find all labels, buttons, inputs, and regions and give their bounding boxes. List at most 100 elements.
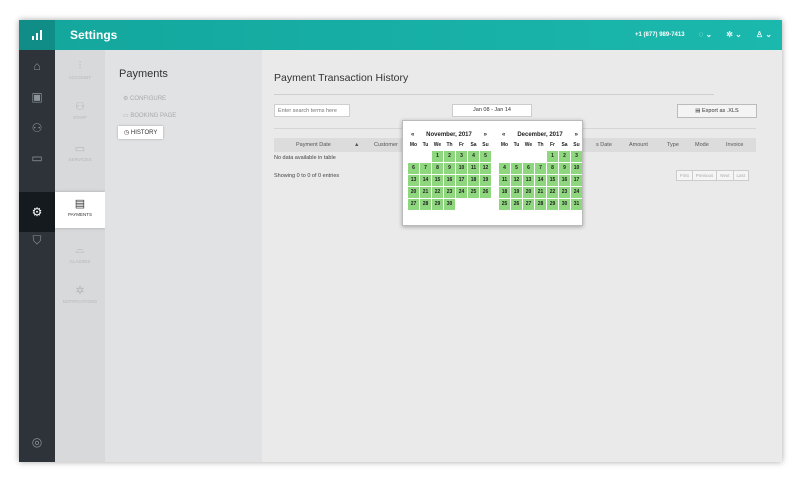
calendar-day[interactable]: 19 [480, 175, 491, 186]
calendar-day[interactable]: 2 [444, 151, 455, 162]
calendar-day[interactable]: 15 [547, 175, 558, 186]
next-month-button[interactable]: » [575, 132, 578, 138]
panel-item-history[interactable]: ◷ HISTORY [118, 126, 164, 139]
calendar-day[interactable]: 20 [523, 187, 534, 198]
calendar-day[interactable]: 21 [535, 187, 546, 198]
calendar-day[interactable]: 11 [499, 175, 510, 186]
calendar-day[interactable]: 1 [547, 151, 558, 162]
calendar-day[interactable]: 29 [547, 199, 558, 210]
calendar-day[interactable]: 2 [559, 151, 570, 162]
col-customer[interactable]: Customer [374, 142, 398, 148]
calendar-day[interactable]: 8 [547, 163, 558, 174]
home-icon[interactable]: ⌂ [19, 54, 55, 78]
col-s-date[interactable]: s Date [596, 142, 612, 148]
sub-nav-payments[interactable]: ▤ PAYMENTS [55, 192, 105, 228]
sort-asc-icon[interactable]: ▲ [354, 142, 359, 148]
calendar-day[interactable]: 22 [547, 187, 558, 198]
calendar-day[interactable]: 17 [456, 175, 467, 186]
page-first[interactable]: First [676, 170, 693, 181]
user-icon[interactable]: ♙ ⌄ [756, 30, 772, 39]
calendar-day[interactable]: 18 [468, 175, 479, 186]
calendar-day[interactable]: 4 [499, 163, 510, 174]
calendar-day[interactable]: 23 [559, 187, 570, 198]
calendar-day[interactable]: 25 [468, 187, 479, 198]
calendar-day[interactable]: 28 [420, 199, 431, 210]
laptop-icon[interactable]: ▭ [19, 146, 55, 170]
panel-item-configure[interactable]: ⚙ CONFIGURE [123, 95, 166, 102]
page-next[interactable]: Next [716, 170, 734, 181]
calendar-day[interactable]: 13 [523, 175, 534, 186]
calendar-day[interactable]: 28 [535, 199, 546, 210]
calendar-day[interactable]: 3 [456, 151, 467, 162]
calendar-day[interactable]: 10 [456, 163, 467, 174]
calendar-day[interactable]: 29 [432, 199, 443, 210]
calendar-day[interactable]: 7 [535, 163, 546, 174]
calendar-day[interactable]: 15 [432, 175, 443, 186]
calendar-day[interactable]: 22 [432, 187, 443, 198]
calendar-day[interactable]: 17 [571, 175, 582, 186]
next-month-button[interactable]: » [484, 132, 487, 138]
calendar-day[interactable]: 21 [420, 187, 431, 198]
calendar-day[interactable]: 31 [571, 199, 582, 210]
calendar-day[interactable]: 8 [432, 163, 443, 174]
calendar-day[interactable]: 1 [432, 151, 443, 162]
calendar-day[interactable]: 19 [511, 187, 522, 198]
search-input[interactable] [274, 104, 350, 117]
prev-month-button[interactable]: « [411, 132, 414, 138]
calendar-day[interactable]: 24 [571, 187, 582, 198]
calendar-day[interactable]: 6 [523, 163, 534, 174]
calendar-day[interactable]: 11 [468, 163, 479, 174]
calendar-day[interactable]: 13 [408, 175, 419, 186]
calendar-day[interactable]: 30 [444, 199, 455, 210]
calendar-day[interactable]: 14 [535, 175, 546, 186]
calendar-day[interactable]: 5 [511, 163, 522, 174]
lifebuoy-icon[interactable]: ◎ [19, 430, 55, 454]
calendar-day[interactable]: 16 [444, 175, 455, 186]
calendar-day[interactable]: 7 [420, 163, 431, 174]
settings-cog-icon[interactable]: ✲ ⌄ [726, 30, 742, 39]
col-amount[interactable]: Amount [629, 142, 648, 148]
app-logo[interactable] [19, 20, 55, 50]
sub-nav-notifications[interactable]: ✲ NOTIFICATIONS [55, 284, 105, 304]
gear-icon[interactable]: ⚙ [19, 192, 55, 232]
calendar-day[interactable]: 12 [511, 175, 522, 186]
calendar-day[interactable]: 10 [571, 163, 582, 174]
page-last[interactable]: Last [732, 170, 750, 181]
sub-nav-services[interactable]: ▭ SERVICES [55, 142, 105, 162]
calendar-day[interactable]: 18 [499, 187, 510, 198]
date-range-input[interactable]: Jan 08 - Jan 14 [452, 104, 532, 117]
calendar-day[interactable]: 9 [444, 163, 455, 174]
calendar-day[interactable]: 14 [420, 175, 431, 186]
calendar-day[interactable]: 6 [408, 163, 419, 174]
phone-number[interactable]: +1 (877) 989-7413 [635, 32, 685, 38]
calendar-day[interactable]: 23 [444, 187, 455, 198]
calendar-day[interactable]: 26 [511, 199, 522, 210]
calendar-day[interactable]: 25 [499, 199, 510, 210]
shield-icon[interactable]: ⛉ [19, 228, 55, 252]
calendar-day[interactable]: 5 [480, 151, 491, 162]
col-mode[interactable]: Mode [695, 142, 709, 148]
prev-month-button[interactable]: « [502, 132, 505, 138]
calendar-day[interactable]: 12 [480, 163, 491, 174]
export-xls-button[interactable]: ▤ Export as .XLS [677, 104, 757, 118]
col-type[interactable]: Type [667, 142, 679, 148]
panel-item-booking-page[interactable]: ▭ BOOKING PAGE [123, 112, 176, 119]
col-invoice[interactable]: Invoice [726, 142, 743, 148]
calendar-day[interactable]: 24 [456, 187, 467, 198]
calendar-day[interactable]: 4 [468, 151, 479, 162]
calendar-day[interactable]: 27 [523, 199, 534, 210]
sub-nav-classes[interactable]: ⌓ CLASSES [55, 244, 105, 264]
calendar-day[interactable]: 9 [559, 163, 570, 174]
sub-nav-account[interactable]: ⫶ ACCOUNT [55, 60, 105, 80]
calendar-icon[interactable]: ▣ [19, 85, 55, 109]
calendar-day[interactable]: 26 [480, 187, 491, 198]
users-icon[interactable]: ⚇ [19, 116, 55, 140]
calendar-day[interactable]: 3 [571, 151, 582, 162]
calendar-day[interactable]: 30 [559, 199, 570, 210]
sub-nav-staff[interactable]: ⚇ STAFF [55, 100, 105, 120]
calendar-day[interactable]: 16 [559, 175, 570, 186]
page-previous[interactable]: Previous [691, 170, 718, 181]
calendar-day[interactable]: 20 [408, 187, 419, 198]
col-payment-date[interactable]: Payment Date [296, 142, 331, 148]
calendar-day[interactable]: 27 [408, 199, 419, 210]
